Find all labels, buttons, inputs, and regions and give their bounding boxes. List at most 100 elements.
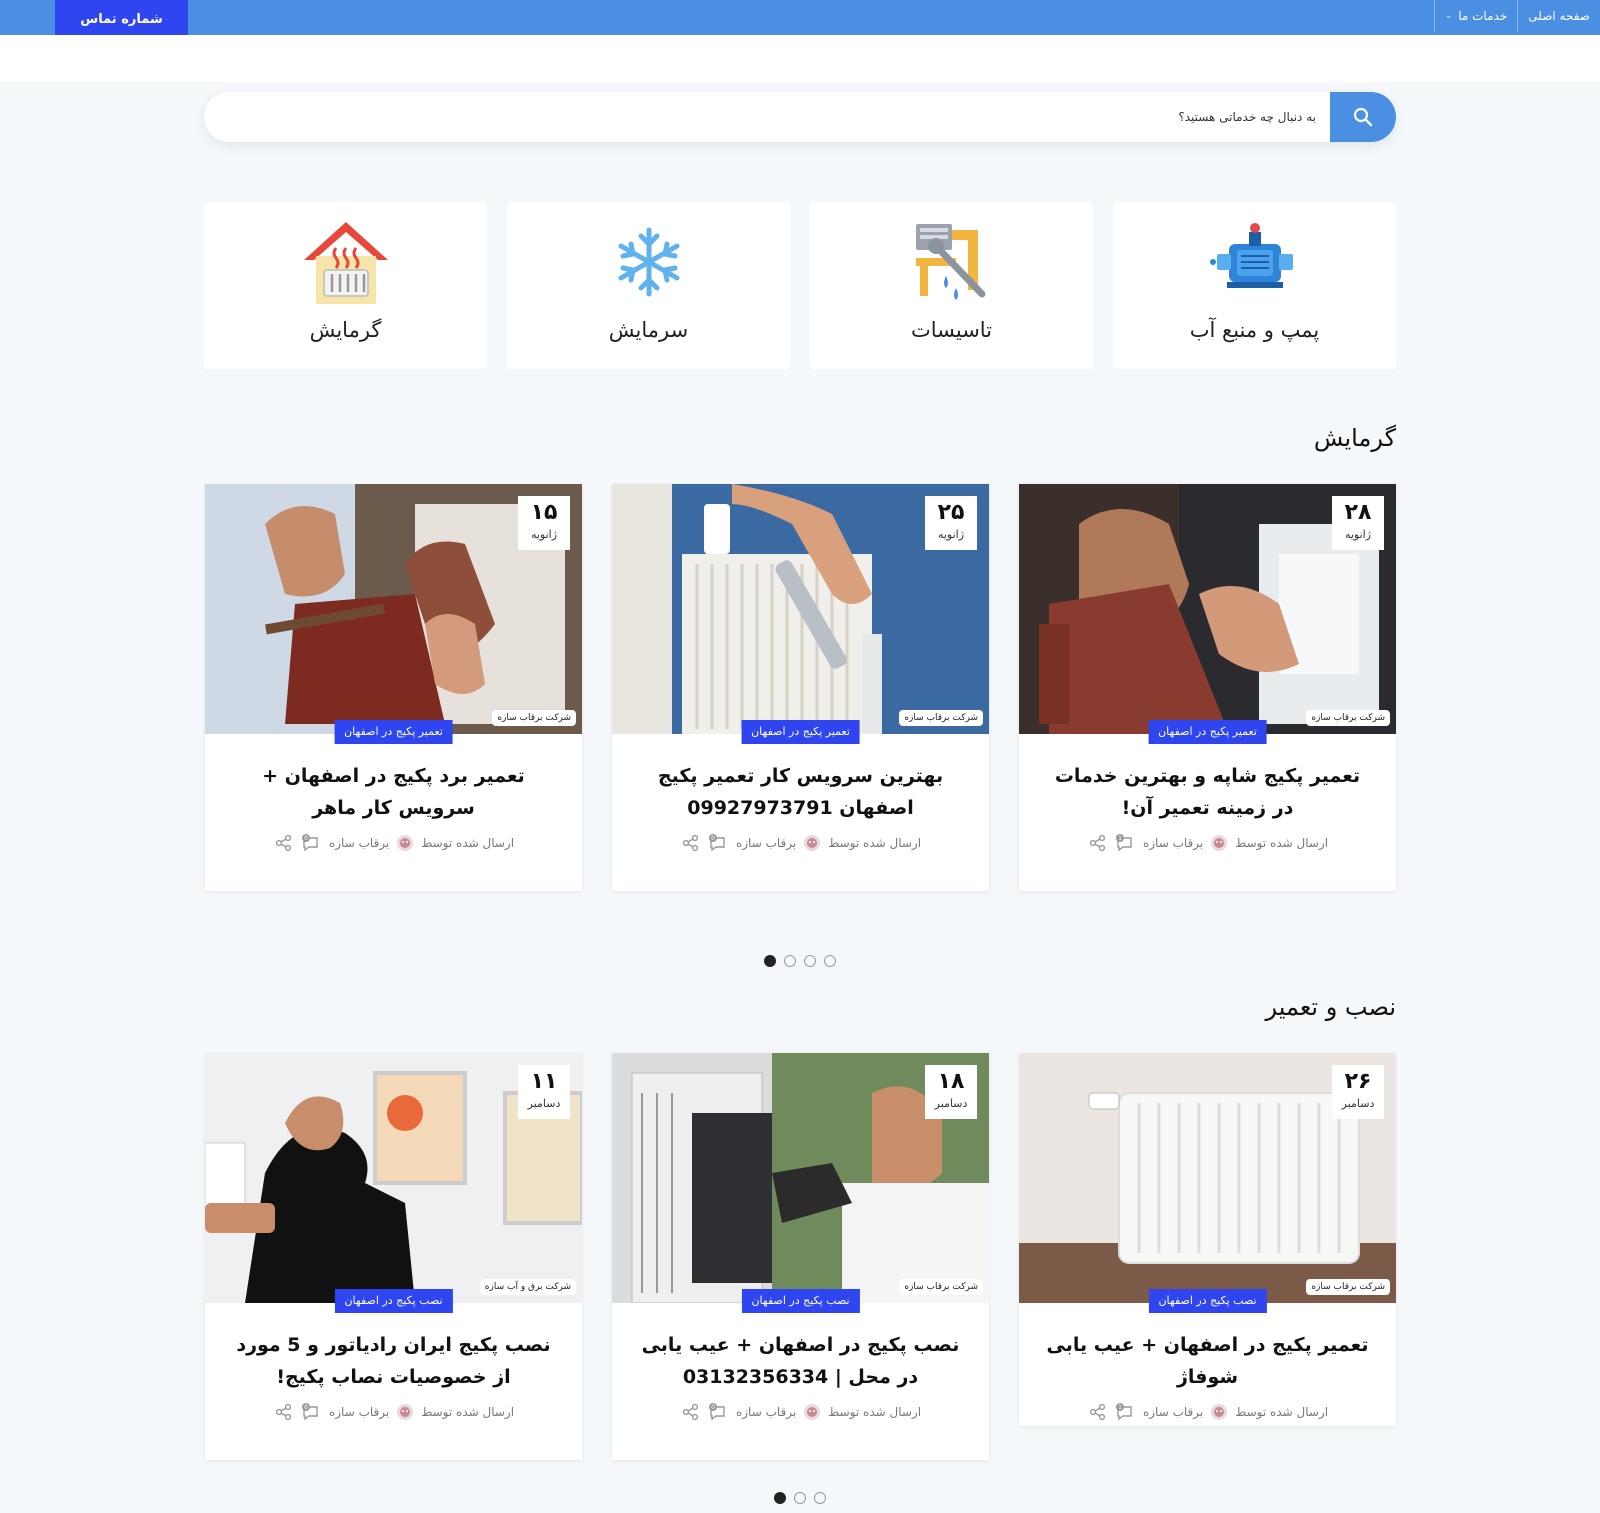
post-meta: ارسال شده توسط برقاب سازه 0 — [612, 834, 989, 852]
post-image: ۱۸ دسامبر شرکت برقاب سازه — [612, 1053, 989, 1303]
category-label: گرمایش — [309, 318, 382, 342]
comments-icon[interactable]: 0 — [301, 1403, 321, 1421]
author-name[interactable]: برقاب سازه — [329, 1405, 389, 1419]
category-cooling[interactable]: سرمایش — [507, 202, 790, 369]
author-name[interactable]: برقاب سازه — [736, 1405, 796, 1419]
water-pump-icon — [1209, 223, 1293, 288]
post-category-tag[interactable]: نصب پکیج در اصفهان — [334, 1289, 453, 1313]
carousel-dot[interactable] — [824, 955, 836, 967]
post-card[interactable]: ۱۸ دسامبر شرکت برقاب سازه نصب پکیج در اص… — [612, 1053, 989, 1460]
post-card[interactable]: ۲۸ ژانویه شرکت برقاب سازه تعمیر پکیج در … — [1019, 484, 1396, 891]
nav-home-link[interactable]: صفحه اصلی — [1517, 0, 1600, 32]
nav-services-label: خدمات ما — [1458, 9, 1508, 23]
post-date-month: ژانویه — [530, 528, 558, 541]
watermark-logo: شرکت برقاب سازه — [1306, 710, 1390, 726]
category-label: سرمایش — [608, 318, 689, 342]
share-icon[interactable] — [1087, 1403, 1107, 1421]
contact-number-button[interactable]: شماره تماس — [55, 0, 188, 39]
watermark-logo: شرکت برقاب سازه — [899, 1279, 983, 1295]
post-meta: ارسال شده توسط برقاب سازه 1 — [1019, 1403, 1396, 1421]
post-title[interactable]: بهترین سرویس کار تعمیر پکیج اصفهان 09927… — [636, 760, 965, 824]
posted-by-label: ارسال شده توسط — [828, 836, 922, 850]
avatar — [804, 1404, 821, 1420]
carousel-dots-installation — [774, 1492, 826, 1504]
category-label: پمپ و منبع آب — [1189, 318, 1320, 342]
post-image: ۲۸ ژانویه شرکت برقاب سازه — [1019, 484, 1396, 734]
post-date-badge: ۱۱ دسامبر — [518, 1065, 570, 1119]
post-carousel-heating: ۲۸ ژانویه شرکت برقاب سازه تعمیر پکیج در … — [204, 484, 1396, 891]
post-date-month: دسامبر — [934, 1097, 968, 1110]
comments-icon[interactable]: 1 — [1115, 1403, 1135, 1421]
nav-home-label: صفحه اصلی — [1528, 9, 1590, 23]
post-card[interactable]: ۱۱ دسامبر شرکت برق و آب سازه نصب پکیج در… — [205, 1053, 582, 1460]
category-heating[interactable]: گرمایش — [204, 202, 487, 369]
post-date-day: ۱۸ — [937, 1069, 965, 1094]
share-icon[interactable] — [273, 1403, 293, 1421]
nav-services-menu[interactable]: خدمات ما ⌄ — [1433, 0, 1518, 32]
share-icon[interactable] — [680, 834, 700, 852]
author-name[interactable]: برقاب سازه — [1143, 1405, 1203, 1419]
post-title[interactable]: تعمیر پکیج در اصفهان + عیب یابی شوفاژ — [1043, 1329, 1372, 1393]
post-title[interactable]: نصب پکیج در اصفهان + عیب یابی در محل | 0… — [636, 1329, 965, 1393]
post-meta: ارسال شده توسط برقاب سازه 1 — [1019, 834, 1396, 852]
share-icon[interactable] — [273, 834, 293, 852]
avatar — [1211, 1404, 1228, 1420]
author-name[interactable]: برقاب سازه — [329, 836, 389, 850]
main-nav: صفحه اصلی خدمات ما ⌄ — [1433, 0, 1600, 35]
post-date-badge: ۲۶ دسامبر — [1332, 1065, 1384, 1119]
post-date-day: ۲۶ — [1344, 1069, 1372, 1094]
post-date-day: ۱۱ — [530, 1069, 558, 1094]
category-plumbing[interactable]: تاسیسات — [810, 202, 1093, 369]
post-date-day: ۲۵ — [937, 500, 965, 525]
share-icon[interactable] — [1087, 834, 1107, 852]
carousel-dot[interactable] — [814, 1492, 826, 1504]
carousel-dot[interactable] — [784, 955, 796, 967]
carousel-dot-active[interactable] — [764, 955, 776, 967]
comment-count: 1 — [1118, 1404, 1122, 1411]
comments-icon[interactable]: 0 — [708, 834, 728, 852]
comment-count: 0 — [304, 835, 308, 842]
post-date-badge: ۲۸ ژانویه — [1332, 496, 1384, 550]
search-icon — [1353, 107, 1373, 127]
post-category-tag[interactable]: تعمیر پکیج در اصفهان — [334, 720, 453, 744]
post-card[interactable]: ۱۵ ژانویه شرکت برقاب سازه تعمیر پکیج در … — [205, 484, 582, 891]
post-title[interactable]: تعمیر پکیج شاپه و بهترین خدمات در زمینه … — [1043, 760, 1372, 824]
post-title[interactable]: نصب پکیج ایران رادیاتور و 5 مورد از خصوص… — [229, 1329, 558, 1393]
post-image: ۲۶ دسامبر شرکت برقاب سازه — [1019, 1053, 1396, 1303]
post-image: ۲۵ ژانویه شرکت برقاب سازه — [612, 484, 989, 734]
share-icon[interactable] — [680, 1403, 700, 1421]
avatar — [397, 835, 414, 851]
carousel-dot[interactable] — [794, 1492, 806, 1504]
posted-by-label: ارسال شده توسط — [421, 1405, 515, 1419]
post-category-tag[interactable]: نصب پکیج در اصفهان — [741, 1289, 860, 1313]
post-date-badge: ۱۸ دسامبر — [925, 1065, 977, 1119]
snowflake-icon — [618, 227, 679, 297]
comment-count: 0 — [711, 1404, 715, 1411]
post-category-tag[interactable]: تعمیر پکیج در اصفهان — [1148, 720, 1267, 744]
top-navbar: صفحه اصلی خدمات ما ⌄ شماره تماس — [0, 0, 1600, 39]
comments-icon[interactable]: 0 — [708, 1403, 728, 1421]
watermark-logo: شرکت برقاب سازه — [492, 710, 576, 726]
comments-icon[interactable]: 1 — [1115, 834, 1135, 852]
section-title-heating: گرمایش — [1313, 424, 1396, 452]
post-category-tag[interactable]: نصب پکیج در اصفهان — [1148, 1289, 1267, 1313]
chevron-down-icon: ⌄ — [1444, 11, 1453, 21]
post-carousel-installation: ۲۶ دسامبر شرکت برقاب سازه نصب پکیج در اص… — [204, 1053, 1396, 1460]
comments-icon[interactable]: 0 — [301, 834, 321, 852]
carousel-dot[interactable] — [804, 955, 816, 967]
search-button[interactable] — [1330, 92, 1396, 142]
post-title[interactable]: تعمیر برد پکیج در اصفهان + سرویس کار ماه… — [229, 760, 558, 824]
category-water-pump[interactable]: پمپ و منبع آب — [1113, 202, 1396, 369]
author-name[interactable]: برقاب سازه — [1143, 836, 1203, 850]
post-image: ۱۵ ژانویه شرکت برقاب سازه — [205, 484, 582, 734]
carousel-dot-active[interactable] — [774, 1492, 786, 1504]
author-name[interactable]: برقاب سازه — [736, 836, 796, 850]
avatar — [804, 835, 821, 851]
category-row: پمپ و منبع آب تاسیسات سرمایش گرمایش — [204, 202, 1396, 369]
post-date-month: دسامبر — [1341, 1097, 1375, 1110]
post-category-tag[interactable]: تعمیر پکیج در اصفهان — [741, 720, 860, 744]
watermark-logo: شرکت برقاب سازه — [1306, 1279, 1390, 1295]
post-card[interactable]: ۲۵ ژانویه شرکت برقاب سازه تعمیر پکیج در … — [612, 484, 989, 891]
post-card[interactable]: ۲۶ دسامبر شرکت برقاب سازه نصب پکیج در اص… — [1019, 1053, 1396, 1426]
search-input[interactable] — [220, 92, 1320, 142]
